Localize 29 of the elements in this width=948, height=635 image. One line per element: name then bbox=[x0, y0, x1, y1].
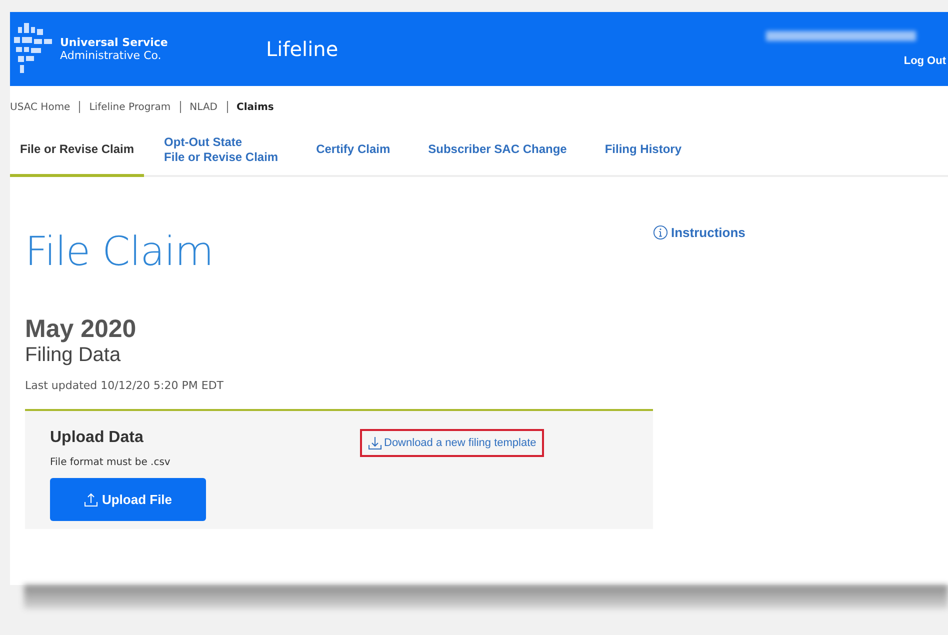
org-name-subtitle: Administrative Co. bbox=[60, 49, 162, 62]
logo-icon bbox=[14, 23, 54, 75]
info-icon bbox=[653, 225, 668, 240]
nav-tab[interactable]: Subscriber SAC Change bbox=[418, 125, 577, 177]
period-heading: May 2020 bbox=[25, 315, 138, 344]
breadcrumb-link[interactable]: USAC Home bbox=[10, 102, 70, 112]
breadcrumb-link[interactable]: Claims bbox=[236, 102, 274, 112]
panel-title: Upload Data bbox=[50, 429, 144, 447]
org-name: Universal Service bbox=[60, 36, 168, 49]
logout-link[interactable]: Log Out bbox=[904, 55, 946, 67]
breadcrumb-separator bbox=[180, 101, 181, 113]
nav-tab[interactable]: Filing History bbox=[594, 125, 692, 177]
download-icon bbox=[368, 436, 382, 450]
breadcrumb-separator bbox=[226, 101, 228, 113]
download-template-link[interactable]: Download a new filing template bbox=[360, 429, 544, 457]
app-title: Lifeline bbox=[266, 37, 338, 61]
upload-button[interactable]: Upload File bbox=[50, 478, 206, 521]
instructions-link[interactable]: Instructions bbox=[653, 225, 746, 240]
upload-icon bbox=[84, 492, 98, 506]
format-note: File format must be .csv bbox=[50, 457, 172, 468]
breadcrumb-link[interactable]: Lifeline Program bbox=[89, 102, 171, 112]
breadcrumb-link[interactable]: NLAD bbox=[190, 102, 218, 112]
nav-tab[interactable]: File or Revise Claim bbox=[10, 125, 144, 177]
breadcrumb-separator bbox=[79, 101, 80, 113]
page-title: File Claim bbox=[25, 229, 214, 275]
nav-tab[interactable]: Certify Claim bbox=[306, 125, 400, 177]
nav-tab[interactable]: Opt-Out State File or Revise Claim bbox=[154, 125, 288, 177]
section-subtitle: Filing Data bbox=[25, 344, 122, 367]
last-updated-text: Last updated 10/12/20 5:20 PM EDT bbox=[25, 379, 225, 392]
